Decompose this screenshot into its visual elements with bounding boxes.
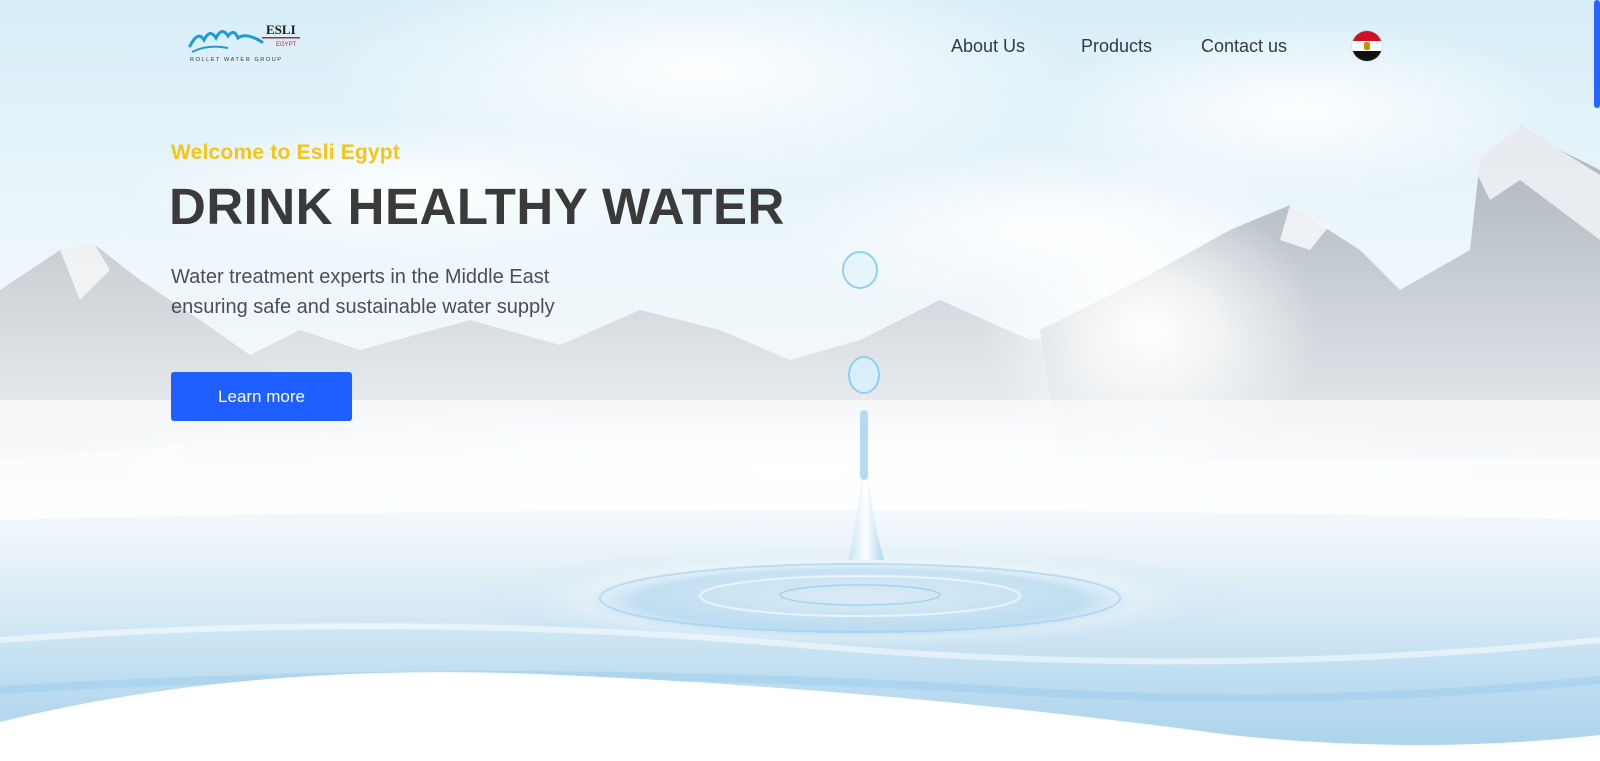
hero-kicker: Welcome to Esli Egypt: [171, 141, 401, 164]
hero-section: ESLI EGYPT ROLLET WATER GROUP About Us P…: [0, 0, 1600, 761]
nav-products[interactable]: Products: [1081, 34, 1152, 58]
learn-more-button[interactable]: Learn more: [171, 372, 352, 421]
nav-about-us[interactable]: About Us: [951, 34, 1025, 58]
hero-headline: DRINK HEALTHY WATER: [169, 178, 785, 235]
hero-subtitle-line: ensuring safe and sustainable water supp…: [171, 296, 555, 318]
egypt-flag-icon[interactable]: [1352, 31, 1382, 61]
nav-contact-us[interactable]: Contact us: [1201, 34, 1287, 58]
hero-subtitle: Water treatment experts in the Middle Ea…: [171, 262, 691, 322]
page-scrollbar-thumb[interactable]: [1594, 0, 1600, 108]
hero-subtitle-line: Water treatment experts in the Middle Ea…: [171, 266, 550, 288]
